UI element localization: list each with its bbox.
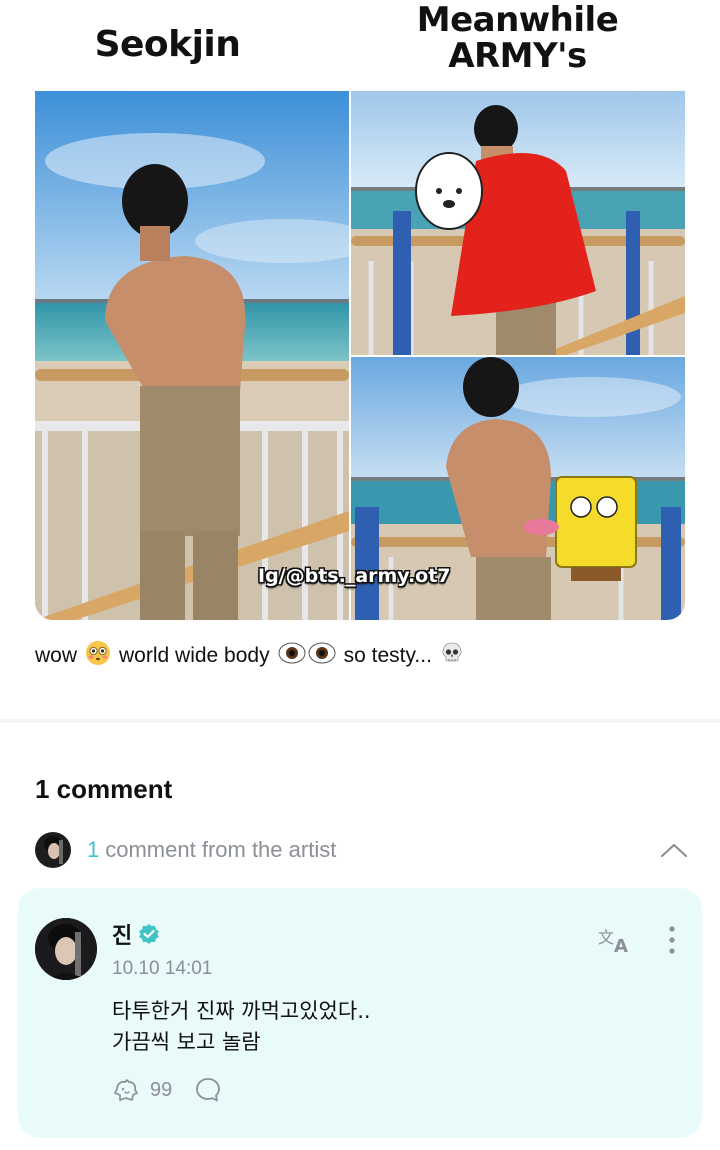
- comments-count: 1 comment: [35, 774, 173, 804]
- translate-icon[interactable]: 文 A: [596, 926, 634, 957]
- section-divider: [0, 719, 720, 723]
- eyes-icon: [278, 642, 336, 670]
- post-caption: wow world wide body so testy...: [35, 640, 472, 672]
- comment-timestamp: 10.10 14:01: [112, 958, 213, 979]
- verified-badge-icon: [138, 923, 160, 945]
- artist-comments-toggle[interactable]: 1 comment from the artist: [35, 832, 690, 868]
- photo-top-right: [351, 91, 685, 355]
- caption-text-3: so testy...: [343, 644, 432, 667]
- comment-author: 진: [112, 918, 160, 950]
- reply-icon[interactable]: [194, 1076, 222, 1104]
- artist-comment-count: 1: [87, 837, 100, 862]
- artist-comment-label: comment from the artist: [105, 837, 337, 862]
- svg-text:A: A: [614, 936, 628, 956]
- comment-line-2: 가끔씩 보고 놀람: [112, 1030, 261, 1054]
- post-image[interactable]: Seokjin Meanwhile ARMY's Ig/@bts._army.o…: [0, 0, 720, 625]
- artist-comment-card: 진 10.10 14:01 타투한거 진짜 까먹고있었다.. 가끔씩 보고 놀람…: [18, 888, 702, 1138]
- caption-text-1: wow: [35, 644, 78, 667]
- more-options-icon[interactable]: [662, 924, 682, 956]
- like-icon[interactable]: [112, 1076, 140, 1104]
- photo-left: [35, 91, 349, 620]
- skull-icon: [440, 641, 464, 671]
- artist-mini-avatar: [35, 832, 71, 868]
- flushed-face-icon: [85, 640, 111, 672]
- svg-text:文: 文: [598, 928, 614, 947]
- meme-label-right-line2: ARMY's: [448, 36, 587, 76]
- avatar[interactable]: [35, 918, 97, 980]
- caption-text-2: world wide body: [119, 644, 270, 667]
- watermark: Ig/@bts._army.ot7: [258, 565, 451, 587]
- meme-label-right: Meanwhile ARMY's: [395, 2, 640, 74]
- like-count: 99: [150, 1078, 173, 1101]
- meme-label-left: Seokjin: [94, 24, 241, 65]
- chevron-up-icon[interactable]: [658, 836, 690, 864]
- comment-line-1: 타투한거 진짜 까먹고있었다..: [112, 999, 371, 1023]
- author-name[interactable]: 진: [112, 918, 132, 950]
- photo-grid: [35, 91, 685, 620]
- comment-body: 타투한거 진짜 까먹고있었다.. 가끔씩 보고 놀람: [112, 996, 371, 1058]
- comment-actions: 99: [112, 1076, 222, 1104]
- meme-label-right-line1: Meanwhile: [416, 0, 619, 40]
